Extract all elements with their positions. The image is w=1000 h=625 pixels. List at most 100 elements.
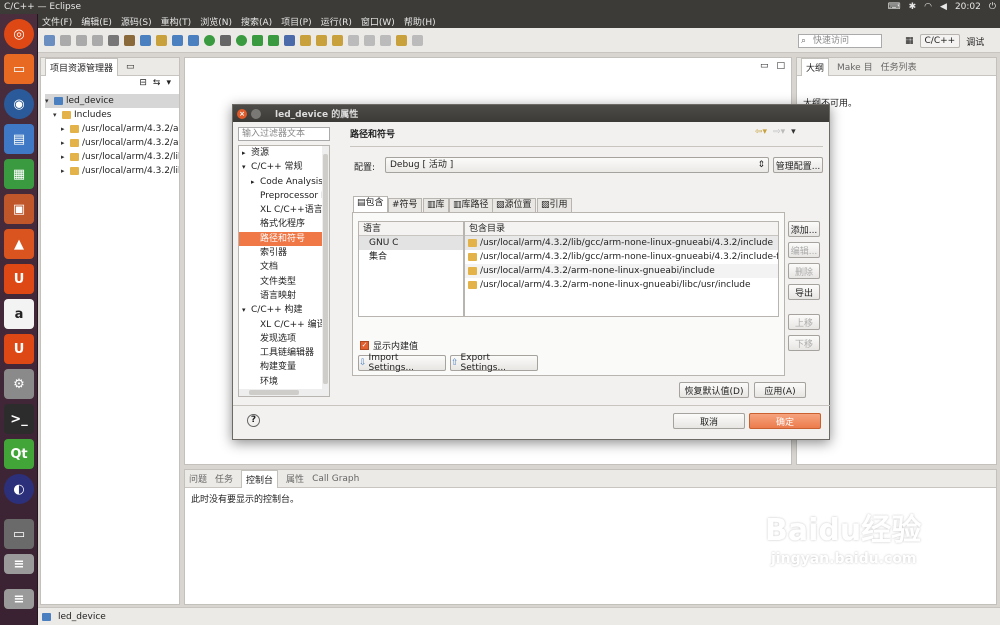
back-icon[interactable] [396,34,407,46]
settings-icon[interactable]: ⚙ [4,369,34,399]
filter-input[interactable]: 输入过滤器文本 [238,127,330,141]
nav-item[interactable]: 环境 [239,375,329,389]
edit-button[interactable]: 编辑... [788,242,820,258]
print-icon[interactable] [92,34,103,46]
menu-refactor[interactable]: 重构(T) [161,15,192,28]
minimize-icon[interactable]: ▭ [126,62,135,72]
tab-problems[interactable]: 问题 [189,472,207,485]
calc-icon[interactable]: ▦ [4,159,34,189]
export-button[interactable]: 导出 [788,284,820,300]
impress-icon[interactable]: ▣ [4,194,34,224]
save-all-icon[interactable] [76,34,87,46]
network-icon[interactable]: ◠ [924,2,932,12]
nav-item[interactable]: 文档 [239,260,329,274]
new-class-icon[interactable] [172,34,183,46]
tree-item-project[interactable]: ▾ led_device [45,94,179,108]
include-dir-item[interactable]: /usr/local/arm/4.3.2/arm-none-linux-gnue… [465,264,778,278]
keyboard-icon[interactable]: ⌨ [888,2,901,12]
external-tools-icon[interactable] [268,34,279,46]
new-file-icon[interactable] [188,34,199,46]
volume-icon[interactable]: ◀ [940,2,947,12]
restore-defaults-button[interactable]: 恢复默认值(D) [679,382,749,398]
include-dir-item[interactable]: /usr/local/arm/4.3.2/lib/gcc/arm-none-li… [465,236,778,250]
stack-icon[interactable]: ≡ [4,554,34,574]
help-icon[interactable]: ? [247,414,260,427]
manage-config-button[interactable]: 管理配置... [773,157,823,173]
refresh-icon[interactable] [204,34,215,46]
nav-item[interactable]: 文件类型 [239,275,329,289]
run-config-icon[interactable] [252,34,263,46]
nav-item[interactable]: 工具链编辑器 [239,346,329,360]
next-annotation-icon[interactable] [380,34,391,46]
nav-item[interactable]: 路径和符号 [239,231,329,247]
tab-properties[interactable]: 属性 [286,472,304,485]
tree-item-include-path[interactable]: ▸/usr/local/arm/4.3.2/arm [45,122,179,136]
back-icon[interactable]: ⇦▾ [755,127,767,137]
workspace-icon[interactable]: ▭ [4,519,34,549]
marker-icon[interactable] [332,34,343,46]
forward-icon[interactable]: ⇨▾ [773,127,785,137]
nav-item[interactable]: 格式化程序 [239,217,329,231]
tab-task-list[interactable]: 任务列表 [881,60,917,73]
eclipse-icon[interactable]: ◐ [4,474,34,504]
nav-item[interactable]: XL C/C++ 编译器 [239,318,329,332]
nav-item[interactable]: Preprocessor Inclu [239,189,329,203]
menu-source[interactable]: 源码(S) [121,15,152,28]
open-perspective-icon[interactable]: ▦ [905,36,914,46]
export-settings-button[interactable]: ⇧ Export Settings... [450,353,538,373]
menu-project[interactable]: 项目(P) [281,15,311,28]
ubuntu-dash-icon[interactable]: ◎ [4,19,34,49]
tab-library-paths[interactable]: ▥库路径 [449,198,493,212]
save-icon[interactable] [60,34,71,46]
link-editor-icon[interactable]: ⇆ [153,78,161,92]
expand-arrow-icon[interactable]: ▾ [242,303,251,317]
minimize-icon[interactable]: ▭ [760,61,769,71]
import-settings-button[interactable]: ⇩ Import Settings... [358,353,446,373]
include-dir-item[interactable]: /usr/local/arm/4.3.2/arm-none-linux-gnue… [465,278,778,292]
ok-button[interactable]: 确定 [749,413,821,429]
menu-search[interactable]: 搜索(A) [241,15,272,28]
tab-project-explorer[interactable]: 项目资源管理器 [45,57,119,76]
expand-arrow-icon[interactable]: ▸ [242,146,251,160]
open-element-icon[interactable] [316,34,327,46]
run-icon[interactable] [236,34,247,46]
qt-icon[interactable]: Qt [4,439,34,469]
move-up-button[interactable]: 上移 [788,314,820,330]
nav-item[interactable]: ▸ Code Analysis [239,175,329,189]
menu-edit[interactable]: 编辑(E) [81,15,112,28]
power-icon[interactable]: ⏻ [989,2,996,12]
trash-icon[interactable]: ≡ [4,589,34,609]
menu-run[interactable]: 运行(R) [321,15,352,28]
tab-make-targets[interactable]: Make 目 [837,60,873,73]
tree-item-include-path[interactable]: ▸/usr/local/arm/4.3.2/lib/ [45,150,179,164]
nav-item[interactable]: ▾ C/C++ 常规 [239,160,329,174]
menu-navigate[interactable]: 浏览(N) [200,15,232,28]
open-folder-icon[interactable] [156,34,167,46]
menu-window[interactable]: 窗口(W) [361,15,395,28]
nav-item[interactable]: 语言映射 [239,289,329,303]
ubuntu-one-icon[interactable]: U [4,264,34,294]
writer-icon[interactable]: ▤ [4,124,34,154]
delete-button[interactable]: 删除 [788,263,820,279]
ubuntu-one-music-icon[interactable]: U [4,334,34,364]
language-item[interactable]: 集合 [359,250,463,264]
software-center-icon[interactable]: ▲ [4,229,34,259]
quick-access-input[interactable]: ⌕ 快速访问 [798,34,882,48]
nav-item[interactable]: ▾ C/C++ 构建 [239,303,329,317]
tab-outline[interactable]: 大纲 [801,57,830,76]
menu-help[interactable]: 帮助(H) [404,15,436,28]
tree-item-include-path[interactable]: ▸/usr/local/arm/4.3.2/arm [45,136,179,150]
firefox-icon[interactable]: ◉ [4,89,34,119]
maximize-icon[interactable]: □ [776,61,785,71]
tab-call-graph[interactable]: Call Graph [312,474,359,484]
tab-source-location[interactable]: ▧源位置 [492,198,536,212]
mark-icon[interactable] [364,34,375,46]
view-menu-icon[interactable]: ▾ [166,78,171,92]
menu-file[interactable]: 文件(F) [42,15,72,28]
new-project-icon[interactable] [140,34,151,46]
move-down-button[interactable]: 下移 [788,335,820,351]
nav-hscrollbar[interactable] [239,389,329,396]
open-type-icon[interactable] [300,34,311,46]
tab-references[interactable]: ▨引用 [537,198,572,212]
collapse-all-icon[interactable]: ⊟ [139,78,147,92]
